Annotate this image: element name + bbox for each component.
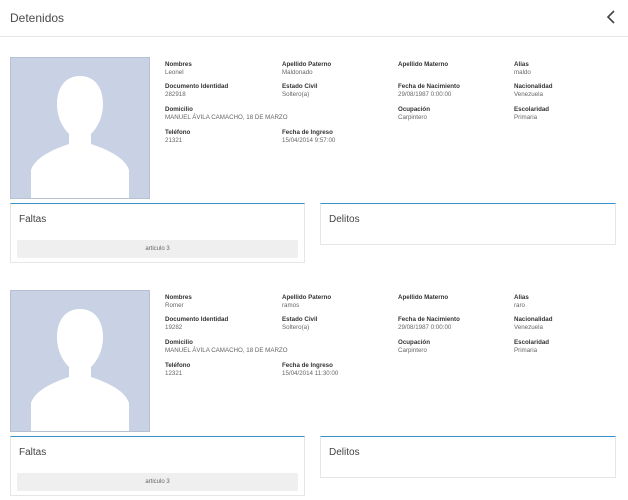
value-alias: raro	[514, 302, 526, 309]
label-estado-civil: Estado Civil	[282, 83, 318, 90]
value-ocupacion: Carpintero	[398, 347, 427, 354]
value-apellido-paterno: ramos	[282, 302, 300, 309]
value-documento: 19282	[165, 324, 183, 331]
faltas-panel: Faltas articulo 3	[10, 436, 305, 496]
page-title: Detenidos	[10, 11, 65, 25]
label-fecha-ingreso: Fecha de Ingreso	[282, 362, 333, 369]
value-domicilio: MANUEL ÁVILA CAMACHO, 18 DE MARZO	[165, 347, 288, 354]
label-apellido-paterno: Apellido Paterno	[282, 61, 332, 68]
label-escolaridad: Escolaridad	[514, 106, 550, 113]
label-alias: Alias	[514, 61, 529, 68]
value-nacionalidad: Venezuela	[514, 91, 543, 98]
label-nombres: Nombres	[165, 294, 192, 301]
value-nacionalidad: Venezuela	[514, 324, 543, 331]
value-fecha-nacimiento: 29/08/1987 0:00:00	[398, 324, 452, 331]
falta-item[interactable]: articulo 3	[17, 473, 298, 491]
label-apellido-paterno: Apellido Paterno	[282, 294, 332, 301]
value-ocupacion: Carpintero	[398, 114, 427, 121]
delitos-panel: Delitos	[320, 203, 616, 245]
label-ocupacion: Ocupación	[398, 106, 430, 113]
value-escolaridad: Primaria	[514, 347, 538, 354]
value-fecha-ingreso: 15/04/2014 9:57:00	[282, 137, 336, 144]
value-estado-civil: Soltero(a)	[282, 324, 310, 331]
value-alias: maldo	[514, 69, 531, 76]
value-telefono: 12321	[165, 370, 183, 377]
label-escolaridad: Escolaridad	[514, 339, 550, 346]
value-escolaridad: Primaria	[514, 114, 538, 121]
value-fecha-nacimiento: 29/08/1987 0:00:00	[398, 91, 452, 98]
value-documento: 282918	[165, 91, 186, 98]
label-alias: Alias	[514, 294, 529, 301]
value-nombres: Romer	[165, 302, 184, 309]
person-silhouette-icon	[31, 309, 129, 431]
faltas-title: Faltas	[19, 447, 47, 458]
label-fecha-nacimiento: Fecha de Nacimiento	[398, 316, 460, 323]
label-ocupacion: Ocupación	[398, 339, 430, 346]
value-nombres: Leonel	[165, 69, 184, 76]
avatar-placeholder	[10, 57, 150, 199]
label-apellido-materno: Apellido Materno	[398, 61, 449, 68]
label-telefono: Teléfono	[165, 129, 191, 136]
value-telefono: 21321	[165, 137, 183, 144]
label-documento: Documento Identidad	[165, 316, 229, 323]
label-nacionalidad: Nacionalidad	[514, 83, 553, 90]
value-estado-civil: Soltero(a)	[282, 91, 310, 98]
label-telefono: Teléfono	[165, 362, 191, 369]
label-estado-civil: Estado Civil	[282, 316, 318, 323]
label-nacionalidad: Nacionalidad	[514, 316, 553, 323]
faltas-title: Faltas	[19, 214, 47, 225]
label-nombres: Nombres	[165, 61, 192, 68]
value-fecha-ingreso: 15/04/2014 11:30:00	[282, 370, 339, 377]
delitos-panel: Delitos	[320, 436, 616, 478]
chevron-left-icon[interactable]	[604, 8, 618, 26]
label-documento: Documento Identidad	[165, 83, 229, 90]
label-domicilio: Domicilio	[165, 106, 193, 113]
label-apellido-materno: Apellido Materno	[398, 294, 449, 301]
avatar-placeholder	[10, 290, 150, 432]
person-silhouette-icon	[31, 76, 129, 198]
label-fecha-nacimiento: Fecha de Nacimiento	[398, 83, 460, 90]
value-domicilio: MANUEL ÁVILA CAMACHO, 18 DE MARZO	[165, 114, 288, 121]
detenido-card: Nombres Romer Apellido Paterno ramos Apell…	[0, 290, 628, 500]
label-fecha-ingreso: Fecha de Ingreso	[282, 129, 333, 136]
falta-item[interactable]: articulo 3	[17, 240, 298, 258]
value-apellido-paterno: Maldonado	[282, 69, 313, 76]
delitos-title: Delitos	[329, 447, 360, 458]
faltas-panel: Faltas articulo 3	[10, 203, 305, 263]
delitos-title: Delitos	[329, 214, 360, 225]
page-header: Detenidos	[0, 0, 628, 37]
detenido-card: Nombres Leonel Apellido Paterno Maldonado …	[0, 57, 628, 289]
label-domicilio: Domicilio	[165, 339, 193, 346]
